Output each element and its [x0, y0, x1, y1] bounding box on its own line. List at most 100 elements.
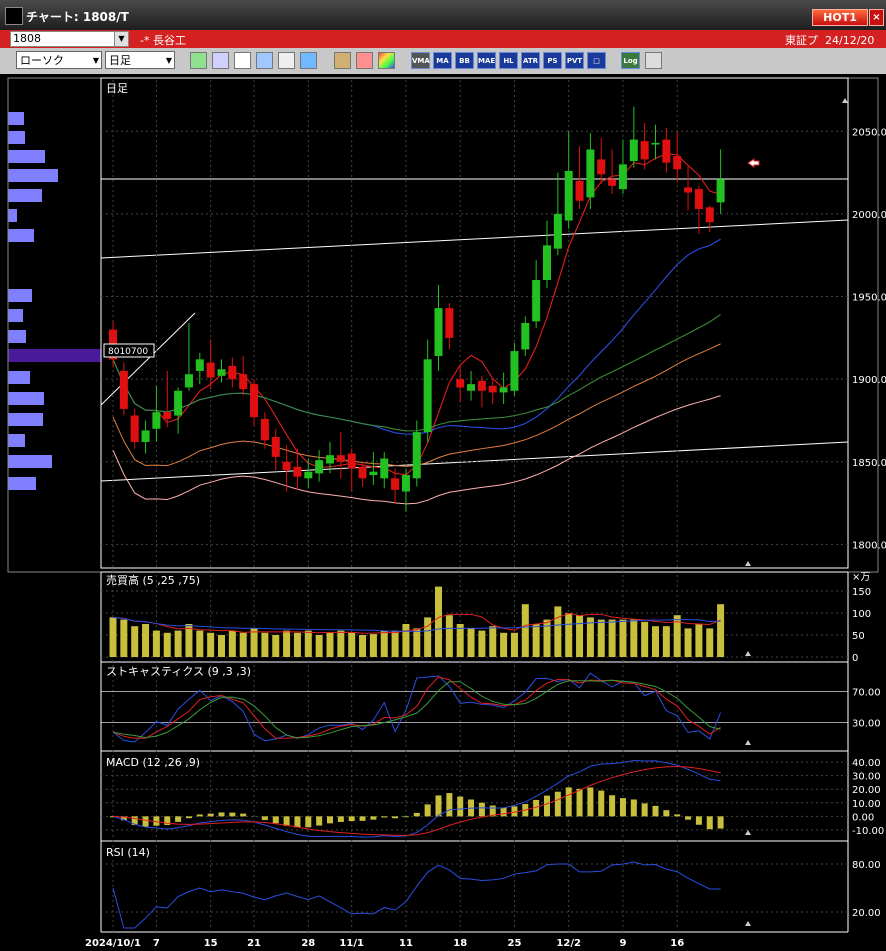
macd-tick-label: -10.00	[852, 826, 884, 837]
candle-body	[477, 380, 486, 391]
volume-bar	[630, 619, 638, 657]
candle-body	[130, 415, 139, 442]
macd-histogram-bar	[327, 816, 333, 824]
macd-histogram-bar	[272, 816, 279, 824]
volume-bar	[326, 632, 334, 657]
candle-body	[347, 453, 356, 469]
candle-body	[250, 384, 259, 418]
candle-body	[260, 418, 269, 441]
macd-histogram-bar	[392, 816, 399, 819]
macd-tick-label: 30.00	[852, 772, 881, 783]
scroll-marker-icon	[745, 651, 751, 656]
volume-bar	[532, 624, 540, 657]
candle-body	[119, 370, 128, 409]
volume-bar	[510, 632, 518, 657]
macd-histogram-bar	[685, 816, 692, 820]
candle-body	[358, 466, 367, 479]
macd-histogram-bar	[261, 816, 268, 821]
macd-histogram-bar	[175, 816, 182, 822]
volume-bar	[369, 634, 377, 657]
candle-body	[640, 141, 649, 160]
candle-body	[282, 461, 291, 471]
macd-histogram-bar	[674, 814, 681, 817]
volume-bar	[163, 632, 171, 657]
rsi-line	[112, 861, 721, 929]
date-tick-label: 11	[399, 938, 413, 949]
macd-tick-label: 10.00	[852, 799, 881, 810]
candle-body	[239, 374, 248, 390]
volume-bar	[435, 586, 442, 657]
volume-bar	[521, 604, 529, 657]
macd-histogram-bar	[185, 816, 192, 819]
candle-body	[369, 471, 378, 476]
candle-body	[401, 475, 410, 492]
volume-bar	[250, 628, 258, 657]
macd-histogram-bar	[381, 816, 388, 818]
macd-histogram-bar	[413, 812, 420, 817]
volume-unit-label: ×万	[852, 572, 870, 583]
candle-body	[423, 359, 432, 433]
chart-canvas[interactable]: 2050.0 2000.0 1950.0 1900.0 1850.0 1800.0 2024…	[0, 0, 886, 951]
volume-bar	[652, 626, 659, 657]
macd-tick-label: 0.00	[852, 812, 874, 823]
macd-histogram-bar	[196, 814, 203, 817]
macd-histogram-bar	[370, 816, 377, 820]
ma25-line	[112, 238, 721, 435]
candle-body	[488, 385, 497, 393]
candle-body	[564, 170, 573, 221]
date-tick-label: 18	[453, 938, 467, 949]
macd-histogram-bar	[457, 796, 464, 817]
macd-histogram-bar	[500, 807, 507, 817]
price-panel-frame	[7, 77, 879, 573]
trend-line[interactable]	[100, 441, 849, 482]
candle-body	[684, 187, 693, 193]
date-tick-label: 12/2	[556, 938, 581, 949]
macd-histogram-bar	[424, 804, 431, 817]
macd-histogram-bar	[207, 813, 214, 817]
candle-body	[445, 308, 454, 338]
price-tick-label: 1900.0	[852, 375, 886, 386]
rsi-tick-label: 80.00	[852, 860, 881, 871]
candle-body	[184, 374, 193, 388]
macd-histogram-bar	[435, 795, 442, 817]
candle-body	[618, 164, 627, 190]
macd-tick-label: 20.00	[852, 785, 881, 796]
volume-panel-label: 売買高 (5 ,25 ,75)	[106, 573, 200, 587]
macd-histogram-bar	[337, 816, 344, 822]
price-tick-label: 1950.0	[852, 293, 886, 304]
macd-histogram-bar	[478, 802, 485, 817]
candle-body	[694, 189, 703, 209]
macd-line	[112, 760, 721, 838]
price-tick-label: 2050.0	[852, 127, 886, 138]
candle-body	[228, 365, 237, 380]
scroll-marker-icon	[745, 830, 751, 835]
candle-body	[412, 432, 421, 479]
candle-body	[195, 359, 204, 371]
volume-bar	[359, 635, 367, 657]
volume-bar	[391, 630, 399, 657]
macd-histogram-bar	[652, 805, 659, 817]
macd-histogram-bar	[663, 810, 670, 817]
macd-histogram-bar	[544, 795, 550, 817]
candle-body	[651, 142, 660, 145]
date-tick-label: 16	[670, 938, 684, 949]
volume-bar	[424, 617, 432, 657]
stoch-tick-label: 30.00	[852, 719, 881, 730]
macd-histogram-bar	[294, 816, 301, 828]
stoch-d-line	[112, 676, 721, 739]
date-tick-label: 2024/10/1	[85, 938, 141, 949]
stoch-slowd-line	[112, 679, 721, 739]
candle-body	[456, 379, 465, 388]
volume-bar	[478, 630, 486, 657]
trend-line[interactable]	[100, 219, 849, 259]
candle-body	[499, 387, 508, 393]
macd-histogram-bar	[316, 816, 323, 826]
volume-bar	[207, 632, 215, 657]
scroll-marker-icon	[745, 740, 751, 745]
volume-bar	[467, 628, 475, 657]
macd-histogram-bar	[229, 812, 236, 817]
volume-tick-label: 50	[852, 631, 865, 642]
volume-bar	[619, 619, 627, 657]
macd-signal-line	[112, 766, 721, 836]
volume-bar	[196, 630, 204, 657]
